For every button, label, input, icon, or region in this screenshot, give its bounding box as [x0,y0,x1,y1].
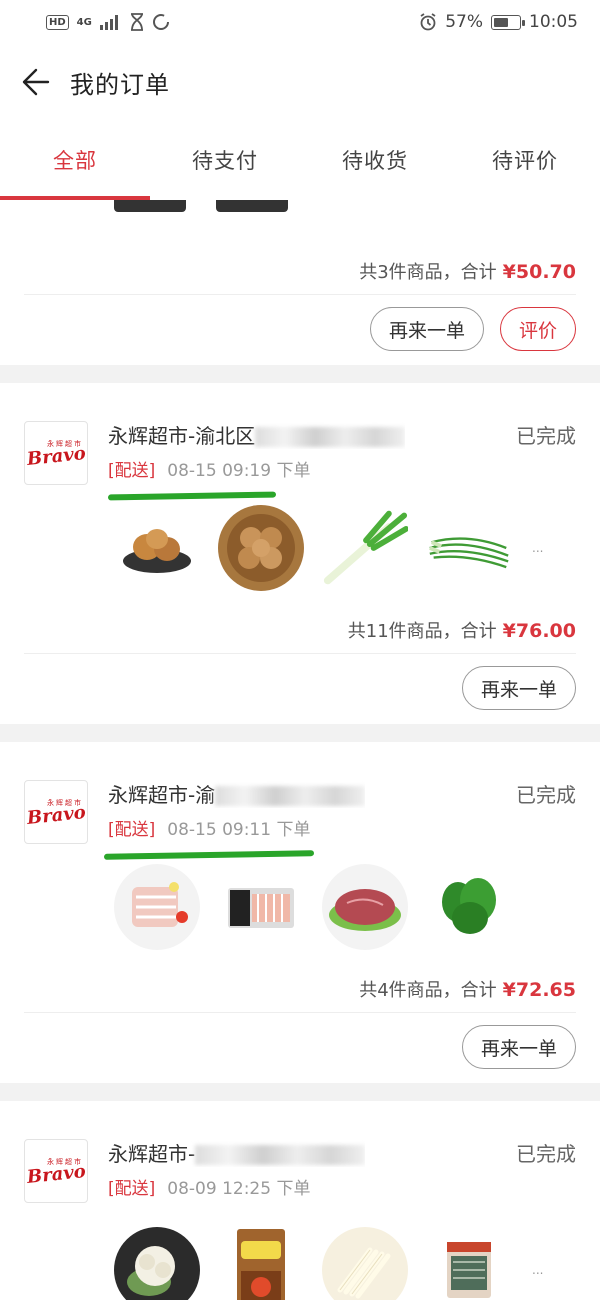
network-type: 4G [76,16,92,28]
page-title: 我的订单 [70,70,170,99]
tab-all[interactable]: 全部 [0,120,150,200]
order-status: 已完成 [516,423,576,448]
product-thumbnails [24,200,576,214]
logo-brand-text: Bravo [25,1160,87,1189]
alarm-icon [420,13,436,31]
product-thumbnails[interactable]: ... [24,481,576,593]
product-thumbnails[interactable]: ... [24,1199,576,1300]
redacted-blur [215,786,366,806]
order-card[interactable]: 永辉超市 Bravo 永辉超市-渝 已完成 [配送] 08-15 09:11 下… [0,742,600,1083]
order-status: 已完成 [516,1141,576,1166]
product-image-cauliflower [114,1227,200,1300]
order-time: 08-15 09:11 下单 [167,819,311,840]
tab-pending-review[interactable]: 待评价 [450,120,600,200]
order-status: 已完成 [516,782,576,807]
store-name-text: 永辉超市-渝北区 [108,423,256,448]
order-count: 共11件商品，合计 [347,621,497,642]
order-summary: 共3件商品，合计 ¥50.70 [24,214,576,290]
tab-pending-payment[interactable]: 待支付 [150,120,300,200]
order-count: 共4件商品，合计 [359,980,497,1001]
hd-indicator: HD [46,14,69,30]
clock: 10:05 [529,12,578,32]
store-logo: 永辉超市 Bravo [24,1139,88,1203]
more-products-indicator: ... [532,1263,544,1277]
product-image-beef [322,864,408,950]
battery-icon [491,14,525,30]
delivery-tag: [配送] [108,1178,156,1199]
order-actions: 再来一单 评价 [24,295,576,365]
product-image-potatoes-pan [114,505,200,591]
product-image-enoki-mushroom [322,1227,408,1300]
store-name-text: 永辉超市- [108,1141,196,1166]
order-actions: 再来一单 [24,1013,576,1083]
product-image-packaged-noodles [426,1227,512,1300]
hourglass-icon [130,13,143,31]
order-time: 08-15 09:19 下单 [167,460,311,481]
logo-brand-text: Bravo [25,442,87,471]
order-summary: 共11件商品，合计 ¥76.00 [24,593,576,649]
signal-icon [99,15,118,30]
product-image-packaged-pork [218,864,304,950]
order-card[interactable]: 永辉超市 Bravo 永辉超市- 已完成 [配送] 08-09 12:25 下单 [0,1101,600,1300]
store-name[interactable]: 永辉超市-渝 [108,779,366,808]
redacted-blur [195,1145,366,1165]
back-button[interactable] [0,44,70,120]
reorder-button[interactable]: 再来一单 [369,307,484,351]
reorder-button[interactable]: 再来一单 [461,1025,576,1069]
tab-pending-delivery[interactable]: 待收货 [300,120,450,200]
order-card[interactable]: 共3件商品，合计 ¥50.70 再来一单 评价 [0,200,600,365]
delivery-tag: [配送] [108,460,156,481]
battery-percent: 57% [445,12,483,32]
sync-icon [152,14,169,30]
order-actions: 再来一单 [24,654,576,724]
product-image-pork-belly [114,864,200,950]
product-image-potatoes-basket [218,505,304,591]
logo-brand-text: Bravo [25,801,87,830]
redacted-blur [255,427,406,447]
product-image [216,200,288,212]
store-logo: 永辉超市 Bravo [24,780,88,844]
store-name[interactable]: 永辉超市- [108,1138,366,1167]
product-image [114,200,186,212]
order-total: ¥50.70 [502,261,576,283]
delivery-tag: [配送] [108,819,156,840]
product-image-green-onion [322,505,408,591]
order-count: 共3件商品，合计 [359,262,497,283]
order-total: ¥76.00 [502,620,576,642]
store-name-text: 永辉超市-渝 [108,782,216,807]
status-bar: HD 4G 57% 10:05 [0,0,600,44]
order-card[interactable]: 永辉超市 Bravo 永辉超市-渝北区 已完成 [配送] 08-15 09:19… [0,383,600,724]
product-image-spinach [426,864,512,950]
order-tabs: 全部 待支付 待收货 待评价 [0,120,600,200]
order-total: ¥72.65 [502,979,576,1001]
reorder-button[interactable]: 再来一单 [461,666,576,710]
order-time: 08-09 12:25 下单 [167,1178,311,1199]
product-image-chives [426,505,512,591]
product-image-packaged-snack [218,1227,304,1300]
page-header: 我的订单 [0,44,600,120]
order-list[interactable]: 共3件商品，合计 ¥50.70 再来一单 评价 永辉超市 Bravo 永辉超市-渝… [0,200,600,1300]
battery-level [494,17,508,27]
more-products-indicator: ... [532,541,544,555]
order-summary: 共4件商品，合计 ¥72.65 [24,952,576,1008]
review-button[interactable]: 评价 [499,307,576,351]
arrow-left-icon [22,68,50,96]
store-logo: 永辉超市 Bravo [24,421,88,485]
store-name[interactable]: 永辉超市-渝北区 [108,420,406,449]
